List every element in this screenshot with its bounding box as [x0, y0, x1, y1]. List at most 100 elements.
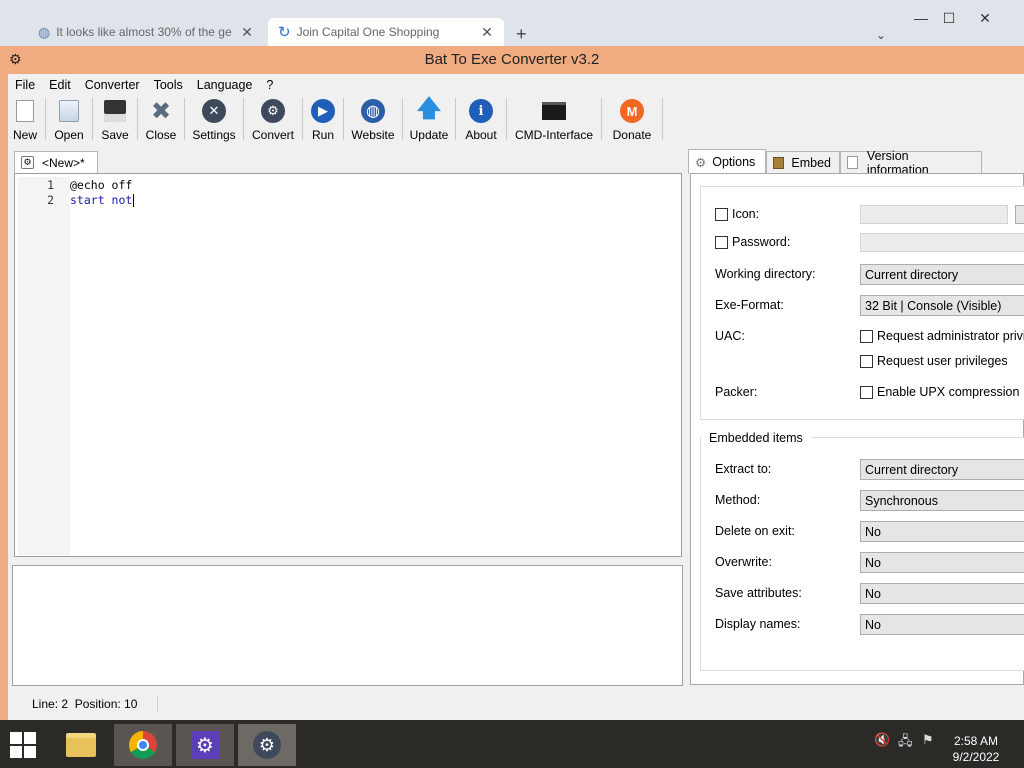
clock-time: 2:58 AM: [953, 734, 999, 748]
toolbar: New Open Save ✖ Close ✕ Settings ⚙ Conve…: [8, 95, 1024, 146]
save-attributes-select[interactable]: No: [860, 583, 1024, 604]
tab-version-information[interactable]: Version information: [840, 149, 982, 177]
overwrite-label: Overwrite:: [715, 555, 772, 569]
code-line[interactable]: @echo off: [70, 178, 132, 193]
toolbar-separator: [506, 98, 507, 140]
update-button[interactable]: 🡅 Update: [406, 95, 452, 144]
donate-button[interactable]: M Donate: [605, 96, 659, 144]
close-button[interactable]: ✖ Close: [141, 96, 181, 144]
gear-app-taskbar-button[interactable]: ⚙: [176, 724, 234, 766]
browser-tab-title: Join Capital One Shopping: [296, 25, 440, 39]
clock-date: 9/2/2022: [952, 750, 1000, 764]
checkbox-box[interactable]: [715, 207, 728, 221]
save-attributes-label: Save attributes:: [715, 586, 802, 600]
bat-to-exe-taskbar-button[interactable]: ⚙: [238, 724, 296, 766]
browser-tab-title: It looks like almost 30% of the ge: [56, 25, 232, 39]
line-number-gutter: [18, 177, 70, 555]
close-tab-icon[interactable]: ✕: [240, 24, 254, 41]
action-center-icon[interactable]: ⚑: [922, 732, 934, 748]
status-separator: [157, 695, 159, 713]
menu-file[interactable]: File: [8, 78, 42, 92]
chrome-taskbar-button[interactable]: [114, 724, 172, 766]
uac-user-checkbox[interactable]: Request user privileges: [860, 354, 1008, 368]
icon-browse-button[interactable]: [1015, 205, 1024, 224]
windows-start-icon[interactable]: [10, 732, 36, 758]
code-editor[interactable]: [14, 173, 682, 557]
chrome-icon: [129, 731, 157, 759]
run-button[interactable]: ▶ Run: [306, 96, 340, 144]
method-select[interactable]: Synchronous: [860, 490, 1024, 511]
uac-admin-checkbox[interactable]: Request administrator privileges: [860, 329, 1024, 343]
embedded-items-title: Embedded items: [709, 431, 803, 445]
chevron-down-icon[interactable]: ⌄: [876, 28, 886, 42]
extract-to-label: Extract to:: [715, 462, 772, 476]
output-panel[interactable]: [12, 565, 683, 686]
exe-format-label: Exe-Format:: [715, 298, 784, 312]
packer-label: Packer:: [715, 385, 758, 399]
close-tab-icon[interactable]: ✕: [480, 24, 494, 41]
toolbar-separator: [184, 98, 185, 140]
display-names-select[interactable]: No: [860, 614, 1024, 635]
up-arrow-icon: 🡅: [416, 94, 442, 122]
settings-button[interactable]: ✕ Settings: [188, 96, 240, 144]
toolbar-separator: [92, 98, 93, 140]
volume-muted-icon[interactable]: 🔇: [874, 732, 890, 748]
password-field[interactable]: [860, 233, 1024, 252]
document-icon: ⚙: [21, 156, 34, 169]
checkbox-box[interactable]: [860, 329, 873, 343]
minimize-button[interactable]: —: [906, 10, 936, 26]
code-line[interactable]: start not: [70, 193, 132, 208]
new-button[interactable]: New: [8, 96, 42, 144]
display-names-label: Display names:: [715, 617, 801, 631]
settings-icon: ✕: [202, 99, 226, 123]
taskbar-clock[interactable]: 2:58 AM 9/2/2022: [948, 733, 1004, 765]
toolbar-separator: [243, 98, 244, 140]
open-button[interactable]: Open: [49, 96, 89, 144]
new-tab-button[interactable]: +: [516, 24, 527, 45]
cmd-interface-button[interactable]: CMD-Interface: [510, 96, 598, 144]
menu-tools[interactable]: Tools: [147, 78, 190, 92]
tab-embed[interactable]: Embed: [766, 151, 840, 173]
toolbar-separator: [402, 98, 403, 140]
checkbox-box[interactable]: [860, 385, 873, 399]
line-number: 1: [47, 178, 54, 192]
gear-icon: ⚙: [253, 731, 281, 759]
menu-bar: File Edit Converter Tools Language ?: [8, 74, 1024, 96]
working-directory-select[interactable]: Current directory: [860, 264, 1024, 285]
delete-on-exit-select[interactable]: No: [860, 521, 1024, 542]
icon-checkbox[interactable]: Icon:: [715, 207, 759, 221]
document-tab[interactable]: ⚙ <New>*: [14, 151, 98, 173]
exe-format-select[interactable]: 32 Bit | Console (Visible): [860, 295, 1024, 316]
checkbox-box[interactable]: [860, 354, 873, 368]
browser-tab-capital-one[interactable]: ↻ Join Capital One Shopping ✕: [268, 18, 504, 46]
browser-tab-article[interactable]: ◍ It looks like almost 30% of the ge ✕: [28, 18, 264, 46]
menu-help[interactable]: ?: [259, 78, 280, 92]
window-close-button[interactable]: ✕: [970, 10, 1000, 27]
icon-path-field[interactable]: [860, 205, 1008, 224]
line-number: 2: [47, 193, 54, 207]
password-checkbox[interactable]: Password:: [715, 235, 790, 249]
save-button[interactable]: Save: [96, 96, 134, 144]
tab-options[interactable]: ⚙ Options: [688, 149, 766, 174]
toolbar-separator: [455, 98, 456, 140]
file-explorer-taskbar-button[interactable]: [52, 724, 110, 766]
menu-language[interactable]: Language: [190, 78, 260, 92]
globe-icon: ◍: [38, 23, 51, 40]
about-button[interactable]: i About: [459, 96, 503, 144]
maximize-button[interactable]: ☐: [934, 10, 964, 27]
upx-checkbox[interactable]: Enable UPX compression: [860, 385, 1019, 399]
info-icon: i: [469, 99, 493, 123]
globe-icon: ◍: [361, 99, 385, 123]
status-bar: Line: 2 Position: 10: [8, 691, 1024, 717]
menu-edit[interactable]: Edit: [42, 78, 78, 92]
checkbox-box[interactable]: [715, 235, 728, 249]
overwrite-select[interactable]: No: [860, 552, 1024, 573]
convert-button[interactable]: ⚙ Convert: [247, 96, 299, 144]
document-icon: [847, 156, 858, 169]
working-directory-label: Working directory:: [715, 267, 816, 281]
toolbar-separator: [662, 98, 663, 140]
website-button[interactable]: ◍ Website: [347, 96, 399, 144]
menu-converter[interactable]: Converter: [78, 78, 147, 92]
extract-to-select[interactable]: Current directory: [860, 459, 1024, 480]
network-icon[interactable]: 🖧: [898, 732, 913, 754]
